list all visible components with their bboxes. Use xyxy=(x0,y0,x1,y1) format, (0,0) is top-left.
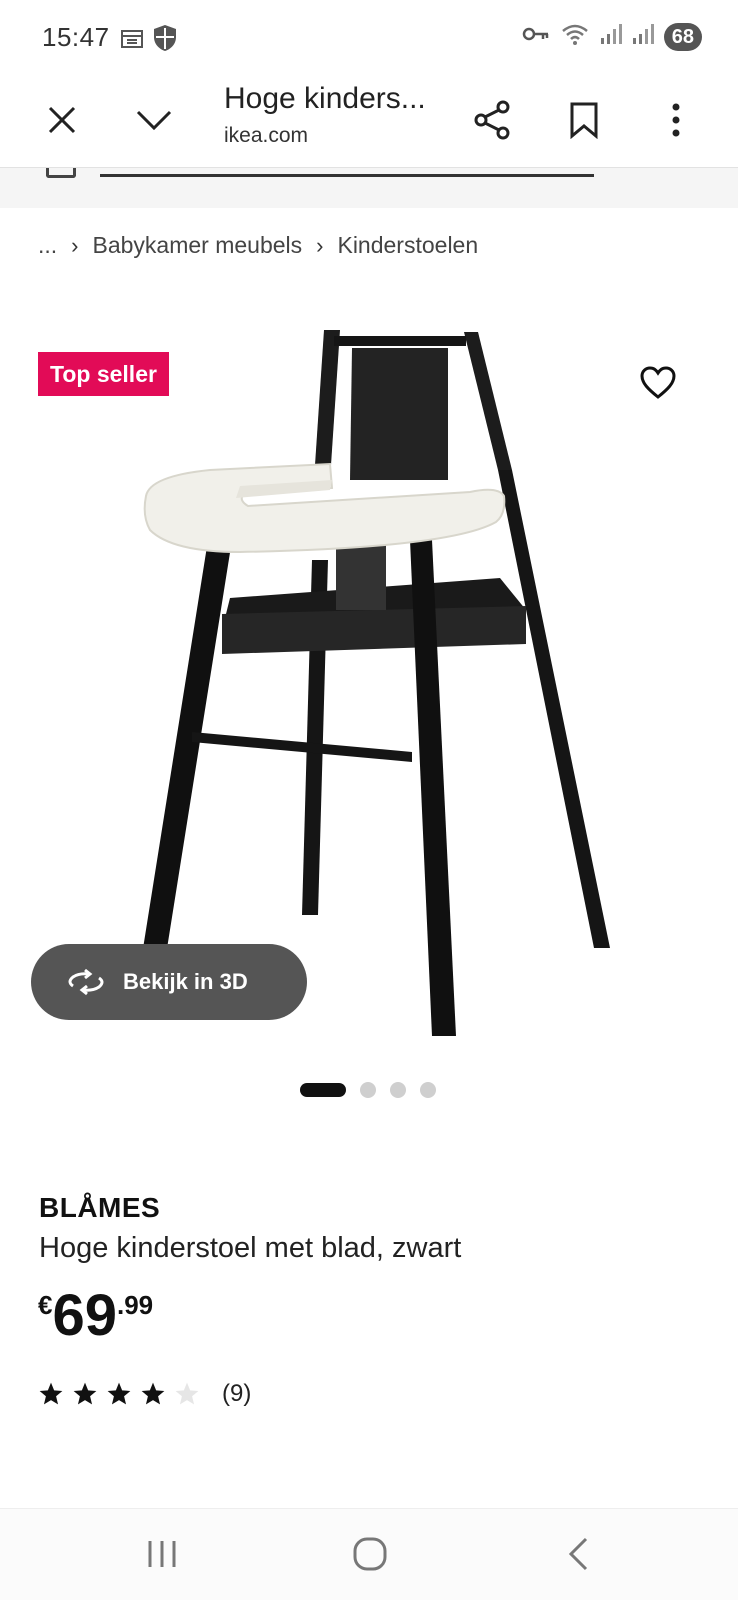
product-name: BLÅMES xyxy=(39,1192,161,1223)
star-empty-icon xyxy=(175,1382,199,1405)
price-integer: 69 xyxy=(52,1283,117,1348)
search-bar-edge xyxy=(100,174,594,177)
star-filled-icon xyxy=(107,1382,131,1405)
close-button[interactable] xyxy=(34,92,90,148)
rating-count: (9) xyxy=(222,1380,252,1407)
heart-icon xyxy=(640,366,676,399)
expand-button[interactable] xyxy=(126,92,182,148)
page-url[interactable]: ikea.com xyxy=(224,124,308,148)
close-icon xyxy=(48,106,76,134)
page-title[interactable]: Hoge kinders... xyxy=(224,82,426,116)
signal-icon-2 xyxy=(632,23,654,50)
star-filled-icon xyxy=(73,1382,97,1405)
status-icons-left xyxy=(120,24,178,57)
bookmark-icon xyxy=(570,102,598,139)
scrolled-header-strip xyxy=(0,168,738,208)
browser-toolbar: Hoge kinders... ikea.com xyxy=(0,74,738,168)
recent-apps-button[interactable] xyxy=(132,1529,192,1579)
wifi-icon xyxy=(560,22,590,51)
system-nav-bar xyxy=(0,1508,738,1600)
status-bar: 15:47 68 xyxy=(0,0,738,74)
shield-icon xyxy=(152,24,178,57)
breadcrumb-ellipsis[interactable]: ... xyxy=(38,232,57,259)
key-icon xyxy=(522,25,550,48)
share-icon xyxy=(474,100,510,140)
product-price: €69.99 xyxy=(38,1284,153,1348)
back-button[interactable] xyxy=(548,1529,608,1579)
breadcrumb-item-babykamer[interactable]: Babykamer meubels xyxy=(93,232,303,259)
recent-apps-icon xyxy=(148,1541,176,1567)
view-3d-button[interactable]: Bekijk in 3D xyxy=(31,944,307,1020)
share-button[interactable] xyxy=(464,92,520,148)
gallery-pagination xyxy=(300,1082,436,1098)
signal-icon xyxy=(600,23,622,50)
top-seller-badge: Top seller xyxy=(38,352,169,396)
bookmark-button[interactable] xyxy=(556,92,612,148)
cart-icon xyxy=(46,168,76,178)
status-icons-right: 68 xyxy=(522,22,702,51)
favorite-button[interactable] xyxy=(640,366,684,410)
star-filled-icon xyxy=(39,1382,63,1405)
breadcrumb: ... › Babykamer meubels › Kinderstoelen xyxy=(38,232,478,259)
gallery-dot-2[interactable] xyxy=(360,1082,376,1098)
calendar-icon xyxy=(120,27,144,54)
battery-indicator: 68 xyxy=(663,22,702,51)
price-decimal: .99 xyxy=(116,1290,154,1320)
price-currency: € xyxy=(38,1290,53,1320)
home-button[interactable] xyxy=(340,1529,400,1579)
more-options-button[interactable] xyxy=(648,92,704,148)
breadcrumb-item-kinderstoelen[interactable]: Kinderstoelen xyxy=(337,232,478,259)
product-description: Hoge kinderstoel met blad, zwart xyxy=(39,1232,462,1264)
gallery-dot-1[interactable] xyxy=(300,1083,346,1097)
back-icon xyxy=(568,1537,588,1571)
product-rating[interactable]: (9) xyxy=(38,1380,251,1408)
home-icon xyxy=(353,1537,387,1571)
chevron-right-icon: › xyxy=(71,232,79,258)
chevron-down-icon xyxy=(136,110,172,131)
chevron-right-icon: › xyxy=(316,232,324,258)
view-3d-label: Bekijk in 3D xyxy=(123,969,248,994)
star-filled-icon xyxy=(141,1382,165,1405)
more-vertical-icon xyxy=(672,103,680,137)
gallery-dot-4[interactable] xyxy=(420,1082,436,1098)
status-time: 15:47 xyxy=(42,22,110,52)
rating-stars xyxy=(38,1381,200,1407)
rotate-3d-icon xyxy=(68,968,104,996)
gallery-dot-3[interactable] xyxy=(390,1082,406,1098)
